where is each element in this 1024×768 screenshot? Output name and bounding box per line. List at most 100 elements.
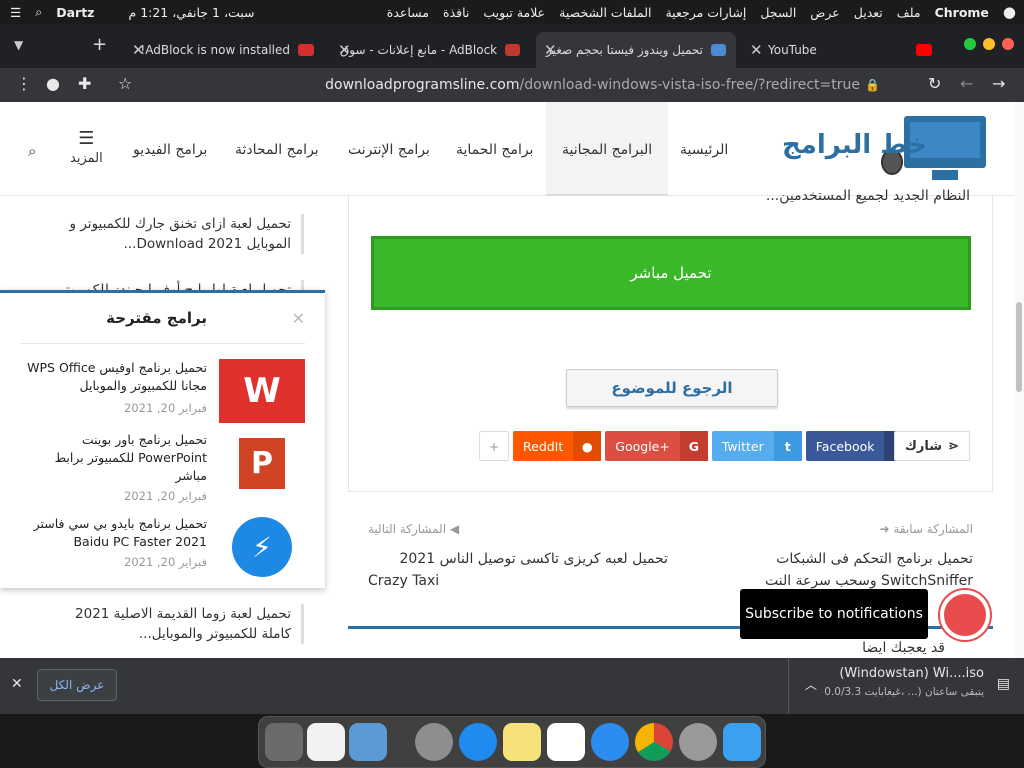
share-icon: ⋖: [948, 438, 959, 454]
download-item[interactable]: (Windowstan) Wi....iso يتبقى ساعتان (...…: [804, 666, 984, 698]
google-icon: G: [679, 431, 708, 461]
download-status: يتبقى ساعتان (... ،غيغابايت 0.0/3.3: [824, 686, 984, 698]
nav-free-programs[interactable]: البرامج المجانية: [546, 102, 669, 196]
nav-security[interactable]: برامج الحماية: [456, 142, 533, 158]
share-twitter-button[interactable]: Twitter t: [711, 431, 802, 461]
share-label: ReddIt: [523, 438, 564, 454]
suggested-item-baidu[interactable]: ⚡ تحميل برنامج بايدو بي سي فاستر Baidu P…: [20, 515, 305, 583]
menubar-right-group: ● Chrome ملف تعديل عرض السجل إشارات مرجع…: [387, 3, 1016, 21]
next-post-link[interactable]: تحميل لعبه كريزى تاكسى توصيل الناس 2021 …: [368, 548, 668, 592]
reload-icon[interactable]: ↻: [928, 74, 941, 93]
share-reddit-button[interactable]: ReddIt ●: [513, 431, 602, 461]
apple-menu-icon[interactable]: ●: [1003, 3, 1016, 21]
file-icon: ▤: [996, 676, 1010, 692]
safari-icon[interactable]: [591, 723, 629, 761]
wps-office-icon: W: [219, 359, 305, 423]
menubar-clock[interactable]: سبت، 1 جانفي، 1:21 م: [128, 5, 254, 20]
lock-icon[interactable]: 🔒: [865, 73, 880, 97]
nav-chat[interactable]: برامج المحادثة: [235, 142, 319, 158]
spotlight-icon[interactable]: ⌕: [35, 4, 42, 20]
nav-video[interactable]: برامج الفيديو: [133, 142, 207, 158]
suggested-item-powerpoint[interactable]: P تحميل برنامج باور بوينت PowerPoint للك…: [20, 431, 305, 503]
tab-adblock-installed[interactable]: AdBlock is now installed! ✕: [124, 32, 324, 68]
nav-home[interactable]: الرئيسية: [680, 142, 728, 158]
show-all-button[interactable]: عرض الكل: [37, 669, 117, 701]
powerpoint-icon: P: [219, 431, 305, 495]
share-more-button[interactable]: +: [479, 431, 509, 461]
bookmark-star-icon[interactable]: ☆: [118, 74, 132, 93]
extensions-icon[interactable]: ✚: [78, 74, 91, 93]
nav-internet[interactable]: برامج الإنترنت: [348, 142, 430, 158]
dock-area: [0, 714, 1024, 768]
menubar-app-name[interactable]: Chrome: [935, 5, 989, 20]
notes-icon[interactable]: [503, 723, 541, 761]
notification-bell-icon[interactable]: [940, 590, 990, 640]
window-controls: [964, 38, 1014, 50]
minimize-window-button[interactable]: [983, 38, 995, 50]
control-center-icon[interactable]: ☰: [10, 5, 21, 20]
menu-kebab-icon[interactable]: ⋮: [16, 74, 32, 93]
share-google-button[interactable]: Google+ G: [605, 431, 708, 461]
system-preferences-icon[interactable]: [415, 723, 453, 761]
suggested-programs-popup: برامج مقترحة ✕ W تحميل برنامج اوفيس WPS …: [0, 290, 325, 588]
menubar-user[interactable]: Dartz: [56, 5, 94, 20]
nav-more-label: المزيد: [70, 151, 103, 166]
close-icon[interactable]: ✕: [750, 41, 763, 59]
menubar-item-view[interactable]: عرض: [810, 5, 839, 20]
share-label-box: ⋖ شارك: [894, 431, 970, 461]
document-icon[interactable]: [307, 723, 345, 761]
tab-adblock-store[interactable]: AdBlock - مانع إعلانات - سوق ✕: [330, 32, 530, 68]
site-logo[interactable]: خط البرامج: [782, 114, 992, 184]
menubar-item-history[interactable]: السجل: [760, 5, 796, 20]
launchpad-icon[interactable]: [679, 723, 717, 761]
close-icon[interactable]: ✕: [132, 41, 145, 59]
baidu-pc-faster-icon: ⚡: [219, 515, 305, 579]
share-buttons: + ReddIt ● Google+ G Twitter t Facebook …: [479, 431, 913, 461]
close-icon[interactable]: ✕: [338, 41, 351, 59]
sidebar-post-link[interactable]: تحميل لعبة ازاى تخنق جارك للكمبيوتر و ال…: [28, 214, 304, 254]
popup-close-icon[interactable]: ✕: [292, 309, 305, 328]
prev-post-link[interactable]: تحميل برنامج التحكم فى الشبكات SwitchSni…: [713, 548, 973, 592]
trash-icon[interactable]: [265, 723, 303, 761]
menubar-item-bookmarks[interactable]: إشارات مرجعية: [665, 5, 746, 20]
close-icon[interactable]: ✕: [544, 41, 557, 59]
scrollbar-thumb[interactable]: [1016, 302, 1022, 392]
sidebar-post-link[interactable]: تحميل لعبة زوما القديمة الاصلية 2021 كام…: [28, 604, 304, 644]
zoom-window-button[interactable]: [964, 38, 976, 50]
menubar-item-tab[interactable]: علامة تبويب: [483, 5, 545, 20]
menubar-item-window[interactable]: نافذة: [443, 5, 469, 20]
app-store-icon[interactable]: [459, 723, 497, 761]
direct-download-button[interactable]: تحميل مباشر: [371, 236, 971, 310]
menubar-item-help[interactable]: مساعدة: [387, 5, 429, 20]
profile-icon[interactable]: ●: [46, 74, 60, 93]
back-arrow-icon[interactable]: ←: [960, 74, 973, 93]
folder-icon[interactable]: [349, 723, 387, 761]
finder-icon[interactable]: [723, 723, 761, 761]
tab-youtube[interactable]: YouTube ✕: [742, 32, 942, 68]
menubar-item-edit[interactable]: تعديل: [854, 5, 883, 20]
tab-title: AdBlock - مانع إعلانات - سوق: [340, 43, 498, 57]
tab-search-icon[interactable]: ▼: [14, 38, 23, 52]
next-post-label: ◀ المشاركة التالية: [368, 522, 460, 536]
shelf-close-icon[interactable]: ✕: [11, 676, 23, 692]
calendar-icon[interactable]: [547, 723, 585, 761]
address-bar[interactable]: downloadprogramsline.com/download-window…: [140, 73, 884, 97]
shelf-divider: [788, 658, 789, 714]
logo-text: خط البرامج: [782, 130, 927, 160]
close-window-button[interactable]: [1002, 38, 1014, 50]
menubar-item-profiles[interactable]: الملفات الشخصية: [559, 5, 651, 20]
site-navbar: خط البرامج الرئيسية البرامج المجانية برا…: [0, 102, 1014, 196]
menubar-item-file[interactable]: ملف: [897, 5, 921, 20]
page-scrollbar[interactable]: [1014, 102, 1024, 658]
nav-more[interactable]: ☰ المزيد: [70, 128, 103, 166]
suggested-item-title: تحميل برنامج بايدو بي سي فاستر Baidu PC …: [33, 516, 207, 549]
site-search-icon[interactable]: ⌕: [28, 142, 36, 160]
chrome-icon[interactable]: [635, 723, 673, 761]
suggested-item-wps[interactable]: W تحميل برنامج اوفيس WPS Office مجانا لل…: [20, 359, 305, 427]
forward-arrow-icon[interactable]: →: [992, 74, 1005, 93]
share-label: Twitter: [721, 438, 764, 454]
share-label: Facebook: [815, 438, 875, 454]
back-to-topic-button[interactable]: الرجوع للموضوع: [566, 369, 778, 407]
tab-vista-download[interactable]: تحميل ويندوز فيستا بحجم صغير ✕: [536, 32, 736, 68]
new-tab-button[interactable]: +: [92, 34, 107, 55]
